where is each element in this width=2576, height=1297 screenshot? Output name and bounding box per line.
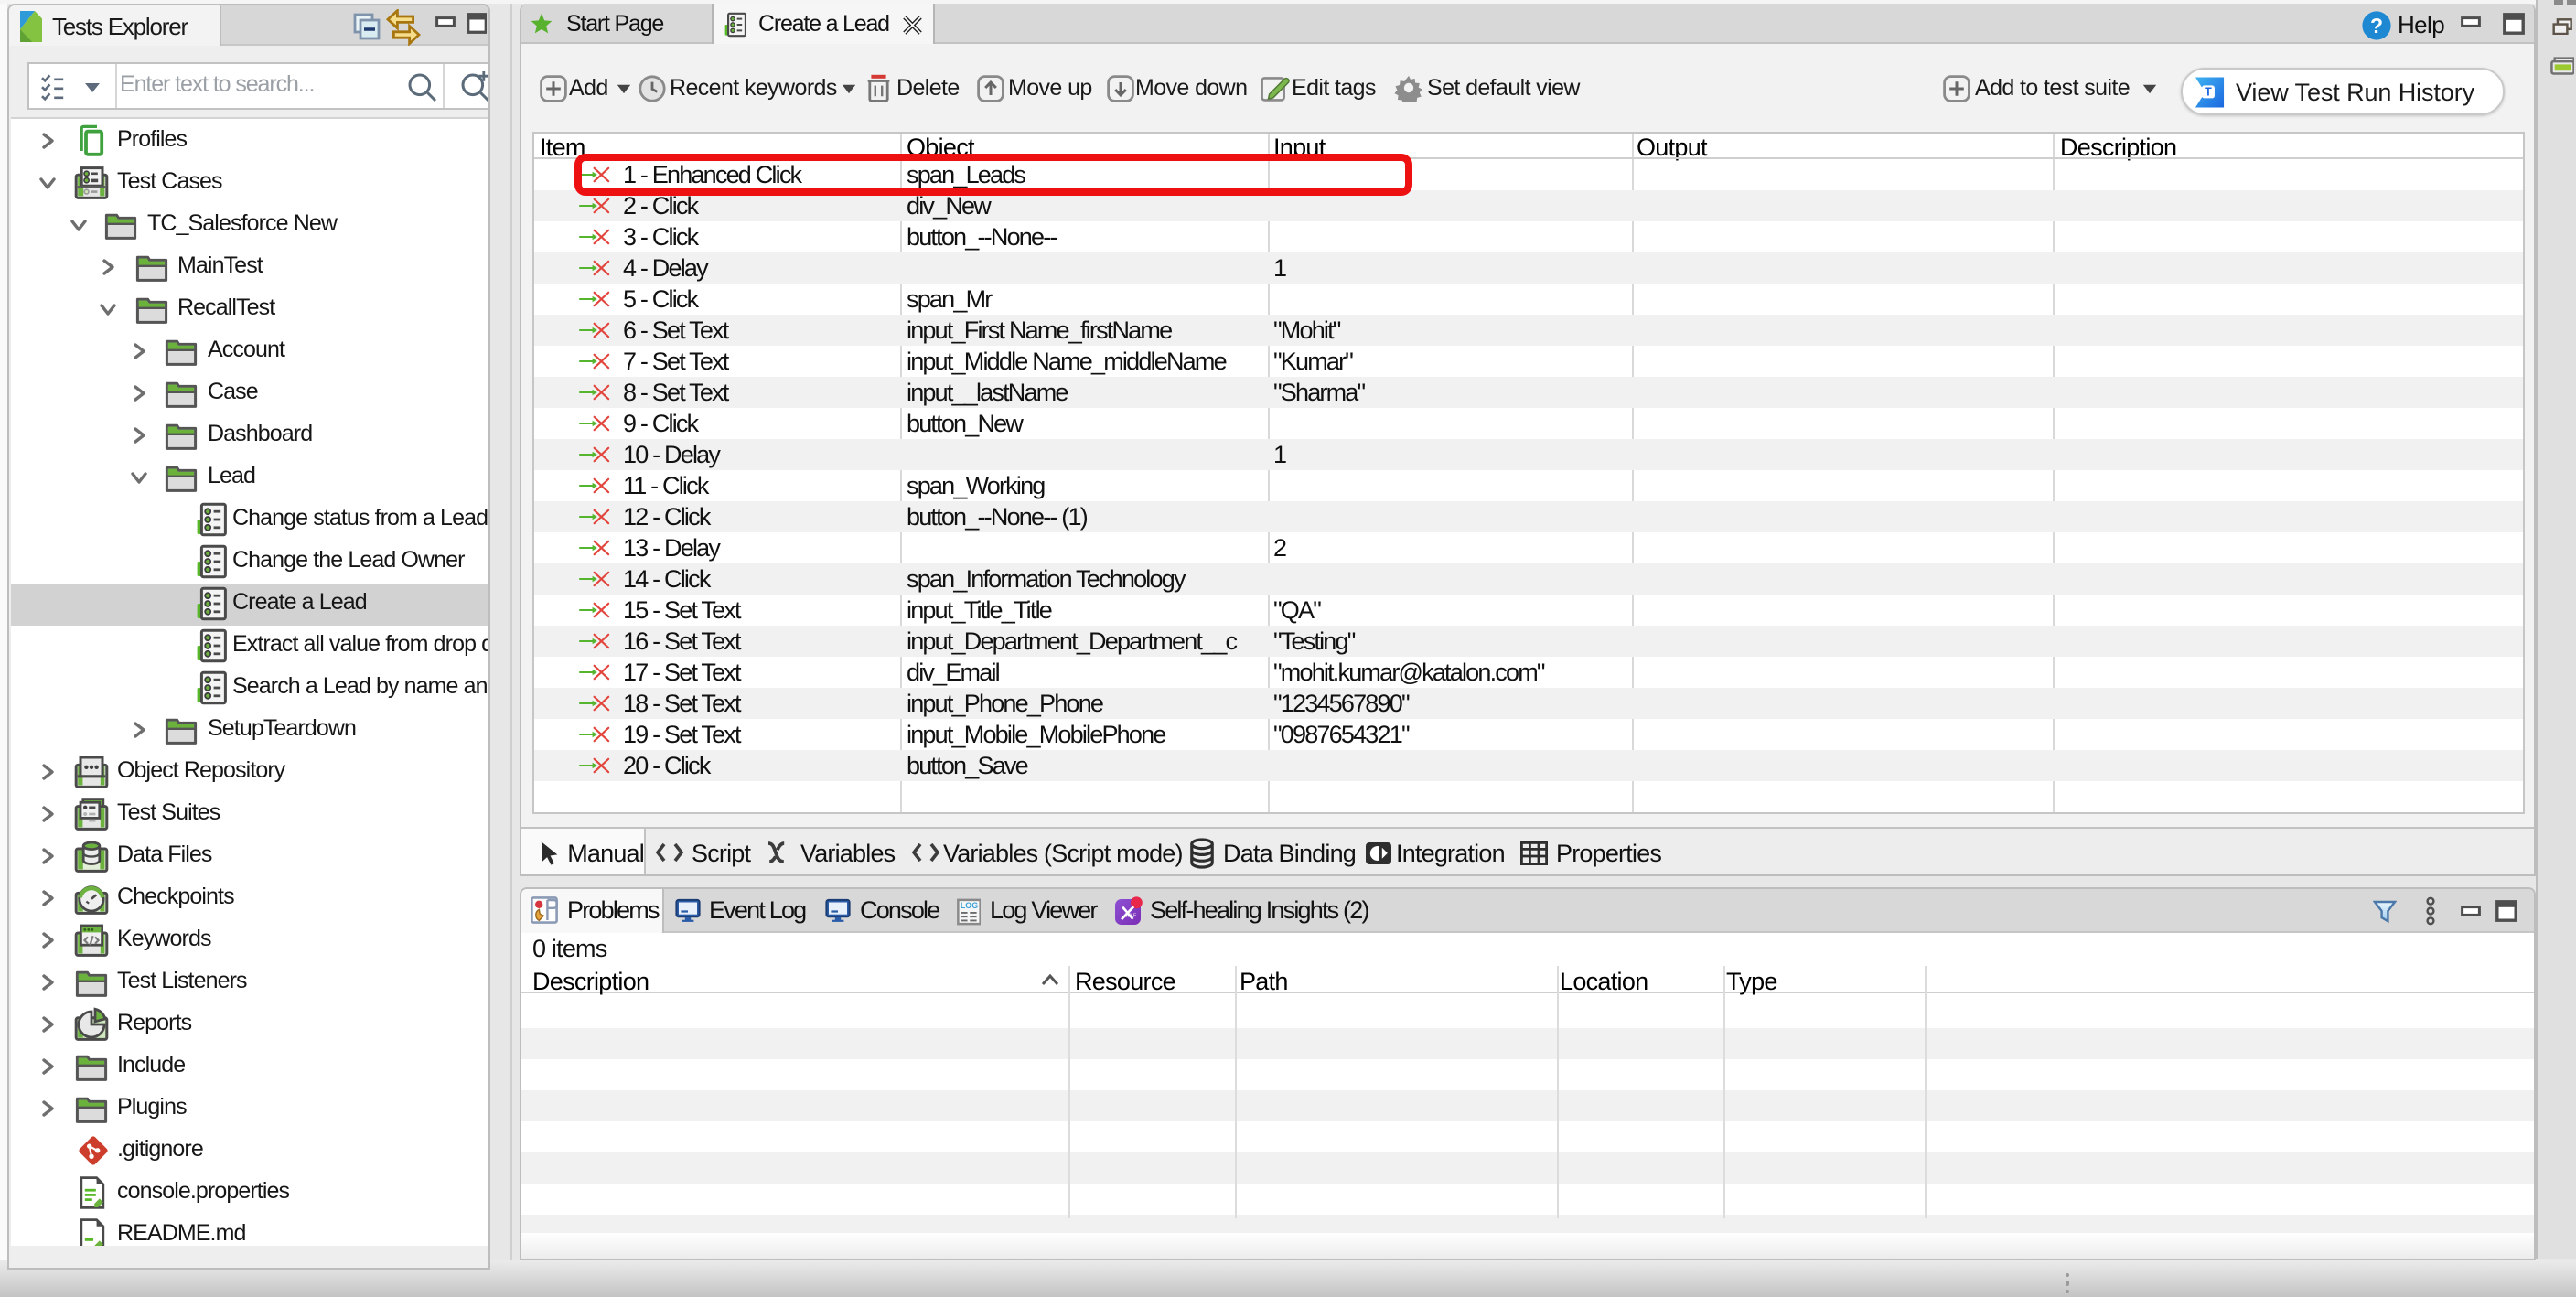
svg-text:SELF: SELF xyxy=(1123,913,1135,918)
svg-text:T: T xyxy=(2205,85,2212,98)
svg-text:?: ? xyxy=(2370,14,2383,38)
svg-text:LOG: LOG xyxy=(960,900,977,909)
